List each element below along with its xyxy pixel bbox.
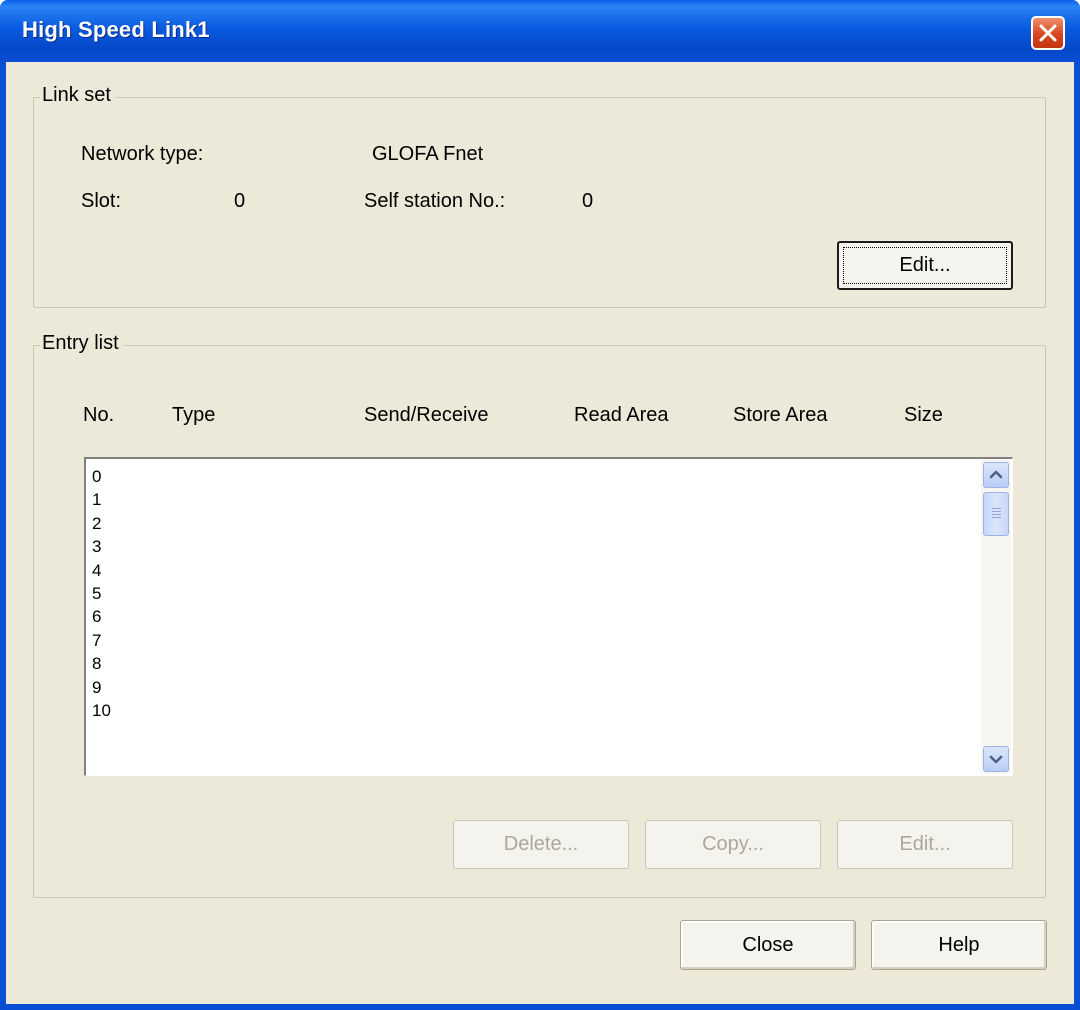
grip-line: [992, 508, 1001, 509]
list-item[interactable]: 3: [92, 535, 111, 558]
slot-value: 0: [234, 190, 246, 212]
entry-edit-label: Edit...: [899, 833, 951, 855]
list-item[interactable]: 7: [92, 629, 111, 652]
delete-button[interactable]: Delete...: [453, 820, 629, 869]
delete-label: Delete...: [503, 833, 579, 855]
title-bar[interactable]: High Speed Link1: [0, 0, 1080, 62]
copy-button[interactable]: Copy...: [645, 820, 821, 869]
column-header-size: Size: [904, 404, 943, 426]
link-set-edit-button[interactable]: Edit...: [837, 241, 1013, 290]
help-label: Help: [938, 933, 980, 956]
dialog-body: Link set Network type: GLOFA Fnet Slot: …: [6, 62, 1074, 1004]
list-item[interactable]: 10: [92, 699, 111, 722]
grip-line: [992, 514, 1001, 515]
list-item[interactable]: 8: [92, 652, 111, 675]
dialog-window: High Speed Link1 Link set Network type: …: [0, 0, 1080, 1010]
column-header-store-area: Store Area: [733, 404, 828, 426]
focus-rectangle: [843, 247, 1007, 284]
close-window-button[interactable]: [1031, 16, 1065, 50]
column-header-send-receive: Send/Receive: [364, 404, 489, 426]
close-icon: [1039, 24, 1057, 42]
copy-label: Copy...: [702, 833, 764, 855]
slot-label: Slot:: [81, 190, 122, 212]
grip-line: [992, 517, 1001, 518]
self-station-label: Self station No.:: [364, 190, 506, 212]
network-type-value: GLOFA Fnet: [372, 143, 484, 165]
entry-edit-button[interactable]: Edit...: [837, 820, 1013, 869]
network-type-label: Network type:: [81, 143, 204, 165]
list-item[interactable]: 1: [92, 488, 111, 511]
list-item[interactable]: 2: [92, 512, 111, 535]
scroll-down-button[interactable]: [983, 746, 1009, 772]
help-button[interactable]: Help: [871, 920, 1047, 970]
window-title: High Speed Link1: [22, 17, 210, 42]
scroll-thumb[interactable]: [983, 492, 1009, 536]
column-header-type: Type: [172, 404, 216, 426]
grip-line: [992, 511, 1001, 512]
column-header-read-area: Read Area: [574, 404, 669, 426]
column-header-no: No.: [83, 404, 115, 426]
scroll-up-button[interactable]: [983, 462, 1009, 488]
entry-rows: 0 1 2 3 4 5 6 7 8 9 10: [92, 465, 111, 722]
entry-listbox[interactable]: 0 1 2 3 4 5 6 7 8 9 10: [84, 457, 1013, 776]
list-item[interactable]: 9: [92, 676, 111, 699]
list-item[interactable]: 6: [92, 605, 111, 628]
list-item[interactable]: 0: [92, 465, 111, 488]
link-set-legend: Link set: [40, 84, 115, 107]
entry-list-legend: Entry list: [40, 332, 123, 355]
chevron-up-icon: [989, 470, 1003, 479]
vertical-scrollbar[interactable]: [981, 460, 1011, 774]
self-station-value: 0: [582, 190, 594, 212]
chevron-down-icon: [989, 755, 1003, 764]
list-item[interactable]: 5: [92, 582, 111, 605]
close-button[interactable]: Close: [680, 920, 856, 970]
close-label: Close: [742, 933, 794, 956]
list-item[interactable]: 4: [92, 559, 111, 582]
